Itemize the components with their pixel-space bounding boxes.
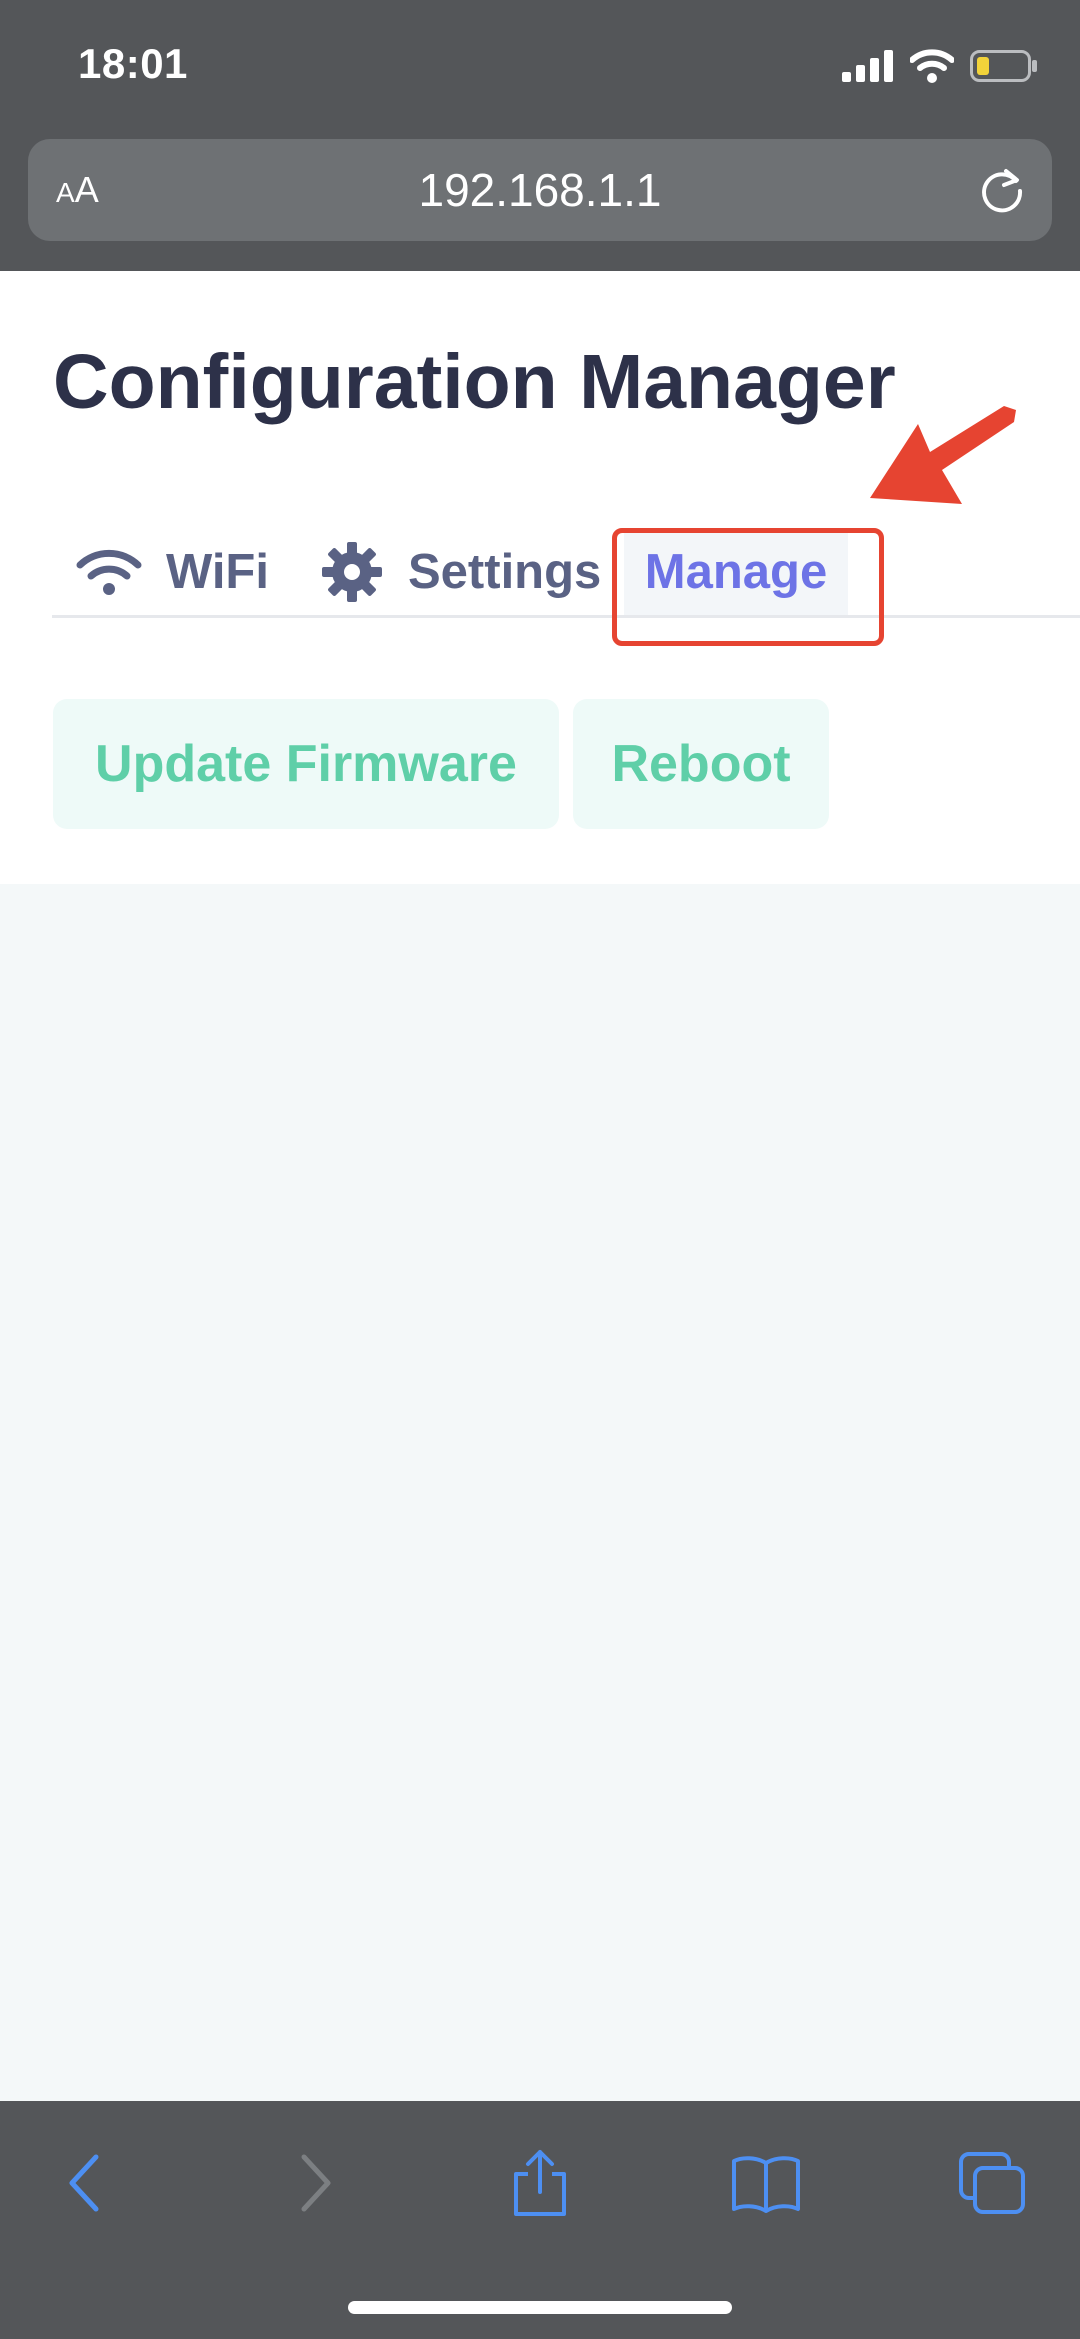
share-button[interactable] <box>500 2143 580 2223</box>
share-icon <box>514 2150 566 2216</box>
annotation-arrow-icon <box>870 406 1016 504</box>
tab-bar: WiFi Settings Manage <box>52 529 1080 618</box>
tab-wifi[interactable]: WiFi <box>76 529 269 615</box>
tab-wifi-label: WiFi <box>166 545 269 599</box>
home-indicator[interactable] <box>348 2301 732 2314</box>
forward-icon <box>301 2154 331 2212</box>
wifi-status-icon <box>910 49 954 83</box>
cellular-signal-icon <box>842 50 893 82</box>
url-text[interactable]: 192.168.1.1 <box>28 163 1052 217</box>
reload-icon[interactable] <box>976 163 1028 215</box>
forward-button[interactable] <box>276 2143 356 2223</box>
bookmarks-button[interactable] <box>726 2143 806 2223</box>
action-buttons: Update Firmware Reboot <box>53 699 829 829</box>
reboot-button[interactable]: Reboot <box>573 699 829 829</box>
back-icon <box>69 2154 99 2212</box>
status-time: 18:01 <box>78 40 188 87</box>
wifi-icon <box>76 549 142 595</box>
tabs-icon <box>959 2152 1025 2214</box>
battery-icon <box>970 50 1037 82</box>
tabs-button[interactable] <box>952 2143 1032 2223</box>
browser-top-bar: 18:01 AA 192.168.1.1 <box>0 0 1080 271</box>
address-bar[interactable]: AA 192.168.1.1 <box>28 139 1052 241</box>
status-icons <box>842 46 1038 86</box>
update-firmware-button[interactable]: Update Firmware <box>53 699 559 829</box>
tab-settings-label: Settings <box>408 545 602 599</box>
gear-icon <box>322 542 382 602</box>
tab-settings[interactable]: Settings <box>320 529 601 615</box>
page-title: Configuration Manager <box>53 339 896 425</box>
bookmarks-icon <box>732 2156 800 2213</box>
page-content: Configuration Manager WiFi Settings Mana… <box>0 271 1080 884</box>
back-button[interactable] <box>44 2143 124 2223</box>
annotation-highlight-box <box>612 528 884 646</box>
